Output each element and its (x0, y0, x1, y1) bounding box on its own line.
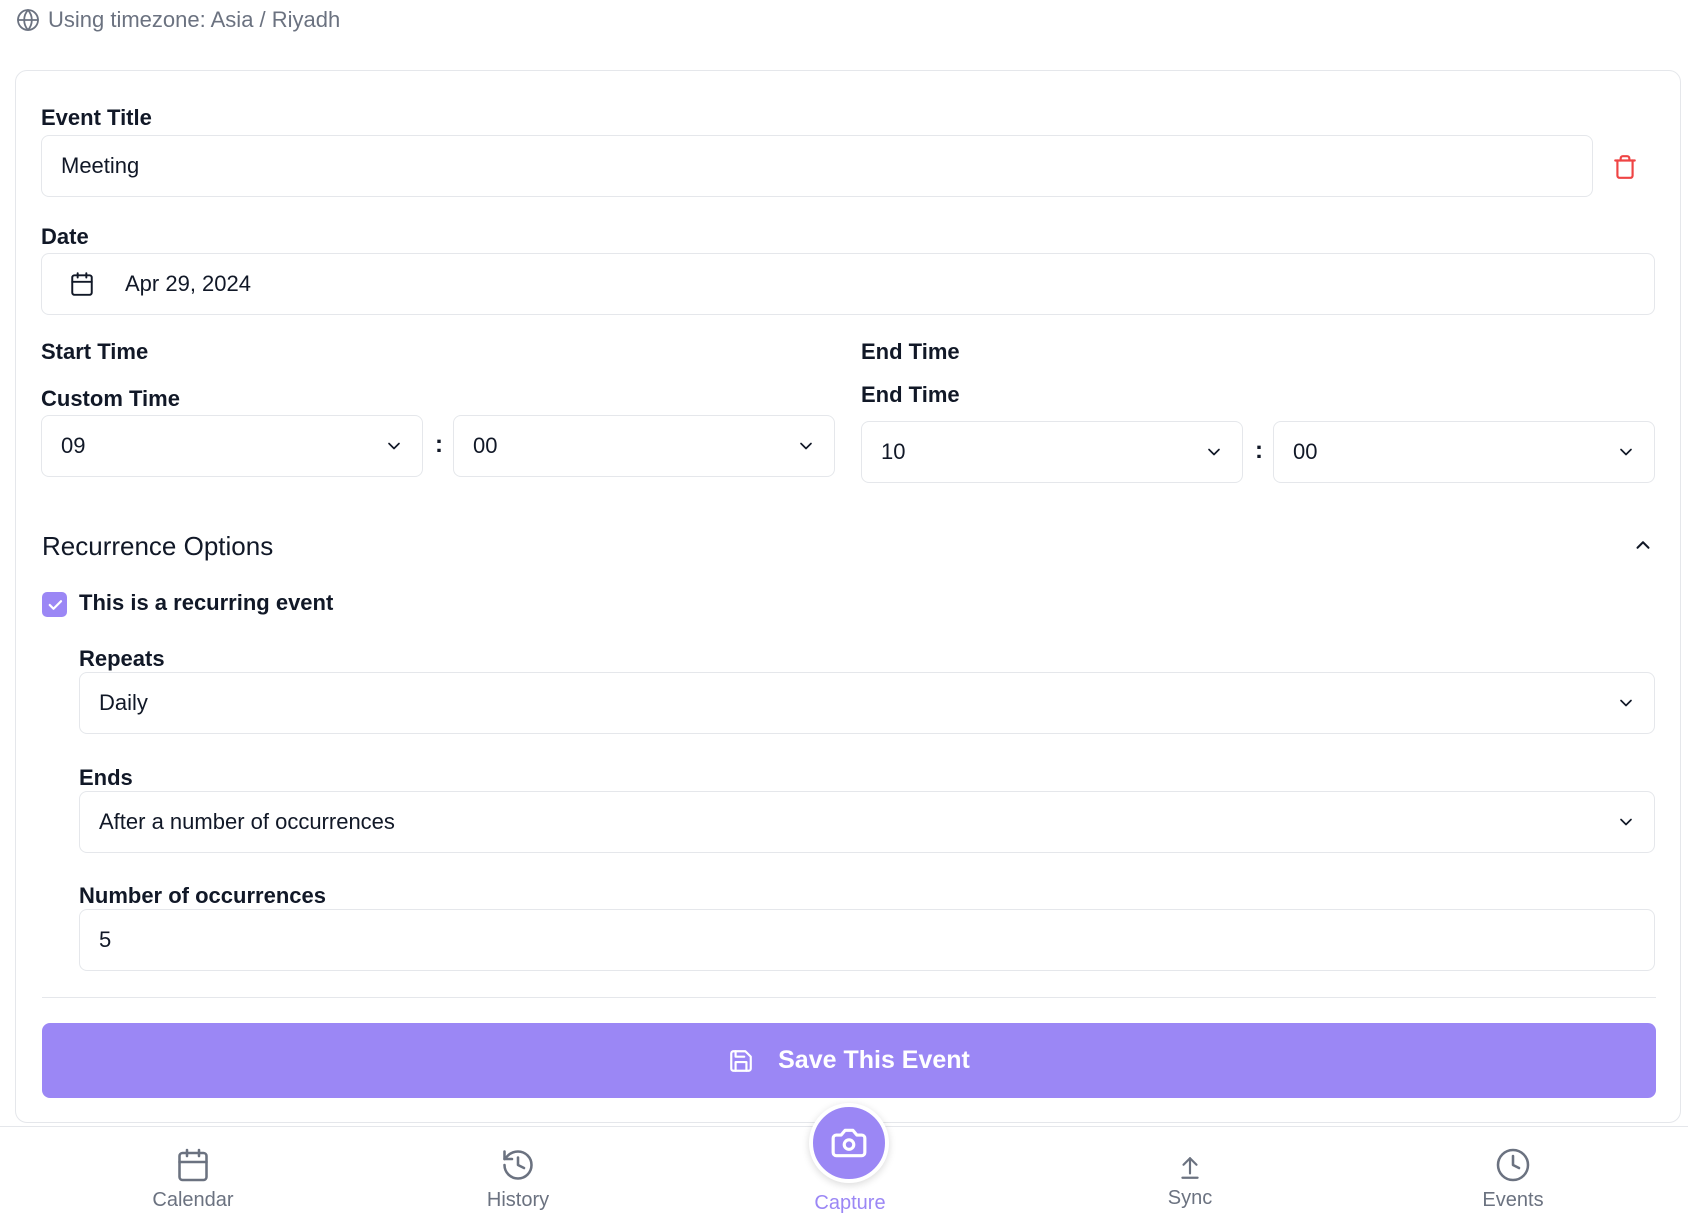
upload-icon (1181, 1157, 1199, 1179)
nav-label-capture[interactable]: Capture (770, 1192, 930, 1215)
nav-label-calendar: Calendar (152, 1189, 234, 1211)
start-minute-value: 00 (473, 433, 498, 458)
history-icon (503, 1150, 533, 1180)
chevron-down-icon (1620, 699, 1632, 707)
calendar-icon (71, 272, 93, 296)
nav-label-history: History (486, 1189, 550, 1211)
start-hour-value: 09 (61, 433, 86, 458)
end-minute-select[interactable]: 00 (1273, 421, 1655, 483)
trash-icon (1614, 155, 1636, 179)
ends-select[interactable]: After a number of occurrences (79, 791, 1655, 853)
timezone-text: Using timezone: Asia / Riyadh (48, 7, 341, 32)
capture-button[interactable] (809, 1103, 889, 1183)
date-value: Apr 29, 2024 (125, 271, 251, 296)
event-title-value: Meeting (61, 153, 140, 178)
recurrence-options-title: Recurrence Options (42, 531, 274, 561)
recurring-event-label: This is a recurring event (79, 590, 334, 615)
start-custom-time-label: Custom Time (41, 386, 180, 411)
save-event-button[interactable]: Save This Event (42, 1023, 1656, 1098)
repeats-label: Repeats (79, 646, 165, 671)
chevron-down-icon (800, 442, 812, 450)
chevron-down-icon (1208, 448, 1220, 456)
date-picker[interactable]: Apr 29, 2024 (41, 253, 1655, 315)
calendar-icon (178, 1148, 208, 1182)
delete-event-button[interactable] (1610, 152, 1640, 182)
occurrences-input[interactable]: 5 (79, 909, 1655, 971)
timezone-indicator: Using timezone: Asia / Riyadh (16, 6, 340, 34)
nav-label-events: Events (1482, 1189, 1544, 1211)
event-title-input[interactable]: Meeting (41, 135, 1593, 197)
check-icon (48, 599, 62, 610)
start-time-separator: : (435, 431, 443, 458)
nav-item-calendar[interactable]: Calendar (113, 1127, 273, 1222)
start-time-label: Start Time (41, 339, 149, 364)
nav-label-sync: Sync (1167, 1187, 1213, 1209)
nav-item-events[interactable]: Events (1433, 1127, 1593, 1222)
occurrences-value: 5 (99, 927, 112, 952)
ends-value: After a number of occurrences (99, 809, 395, 834)
event-title-label: Event Title (41, 105, 152, 130)
chevron-down-icon (1620, 818, 1632, 826)
date-label: Date (41, 224, 89, 249)
form-divider (42, 997, 1656, 998)
start-minute-select[interactable]: 00 (453, 415, 835, 477)
camera-icon (831, 1128, 867, 1158)
repeats-select[interactable]: Daily (79, 672, 1655, 734)
end-minute-value: 00 (1293, 439, 1318, 464)
chevron-down-icon (388, 442, 400, 450)
nav-item-history[interactable]: History (438, 1127, 598, 1222)
nav-item-sync[interactable]: Sync (1110, 1127, 1270, 1222)
end-time-separator: : (1255, 437, 1263, 464)
occurrences-label: Number of occurrences (79, 883, 326, 908)
end-hour-value: 10 (881, 439, 906, 464)
globe-icon (17, 9, 39, 31)
recurring-event-checkbox[interactable] (42, 592, 67, 617)
start-hour-select[interactable]: 09 (41, 415, 423, 477)
end-time-label: End Time (861, 339, 960, 364)
clock-icon (1496, 1148, 1530, 1182)
repeats-value: Daily (99, 690, 148, 715)
end-time-sub-label: End Time (861, 382, 960, 407)
event-form-card: Event Title Meeting Date Apr 29, 2024 St… (15, 70, 1681, 1123)
save-event-label: Save This Event (778, 1046, 970, 1074)
ends-label: Ends (79, 765, 133, 790)
end-hour-select[interactable]: 10 (861, 421, 1243, 483)
chevron-up-icon[interactable] (1632, 534, 1654, 556)
chevron-down-icon (1620, 448, 1632, 456)
save-icon (730, 1049, 752, 1072)
